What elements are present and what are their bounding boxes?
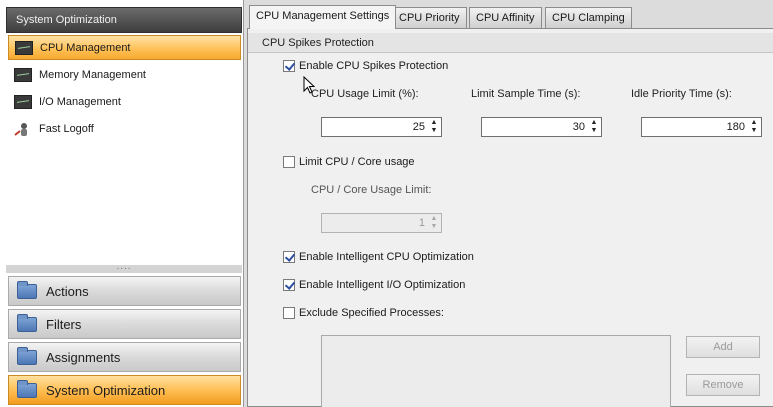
spinner-value: 25 bbox=[412, 121, 425, 133]
nav-header: System Optimization bbox=[6, 7, 242, 33]
memory-monitor-icon bbox=[14, 67, 32, 82]
nav-item-label: Memory Management bbox=[39, 68, 146, 81]
settings-panel: CPU Spikes Protection Enable CPU Spikes … bbox=[247, 28, 773, 407]
remove-button[interactable]: Remove bbox=[686, 374, 760, 396]
checkbox-box bbox=[283, 60, 295, 72]
nav-item-label: Fast Logoff bbox=[39, 122, 94, 135]
spinner-value: 180 bbox=[726, 121, 745, 133]
checkbox-label: Exclude Specified Processes: bbox=[299, 307, 444, 319]
spinner-arrows-icon[interactable]: ▲ ▼ bbox=[749, 119, 759, 135]
spinner-arrows-icon[interactable]: ▲ ▼ bbox=[589, 119, 599, 135]
limit-sample-time-label: Limit Sample Time (s): bbox=[471, 88, 581, 100]
exclude-processes-checkbox[interactable]: Exclude Specified Processes: bbox=[283, 307, 444, 319]
folder-icon bbox=[17, 280, 37, 299]
intelligent-io-optimization-checkbox[interactable]: Enable Intelligent I/O Optimization bbox=[283, 279, 465, 291]
cpu-usage-limit-label: CPU Usage Limit (%): bbox=[311, 88, 419, 100]
checkbox-label: Limit CPU / Core usage bbox=[299, 156, 415, 168]
nav-item-io-management[interactable]: I/O Management bbox=[8, 89, 241, 114]
tab-cpu-clamping[interactable]: CPU Clamping bbox=[545, 7, 632, 28]
limit-sample-time-spinner[interactable]: 30 ▲ ▼ bbox=[481, 117, 602, 137]
checkbox-box bbox=[283, 156, 295, 168]
pane-splitter[interactable]: .... bbox=[6, 262, 242, 273]
nav-item-fast-logoff[interactable]: Fast Logoff bbox=[8, 116, 241, 141]
core-usage-limit-label: CPU / Core Usage Limit: bbox=[311, 184, 432, 196]
section-title: CPU Spikes Protection bbox=[248, 33, 773, 53]
add-button[interactable]: Add bbox=[686, 336, 760, 358]
fast-logoff-icon bbox=[14, 122, 32, 136]
cpu-monitor-icon bbox=[15, 40, 33, 55]
checkbox-label: Enable CPU Spikes Protection bbox=[299, 60, 449, 72]
nav-item-cpu-management[interactable]: CPU Management bbox=[8, 35, 241, 60]
group-system-optimization[interactable]: System Optimization bbox=[8, 375, 241, 405]
group-label: Actions bbox=[46, 283, 89, 299]
checkbox-label: Enable Intelligent CPU Optimization bbox=[299, 251, 474, 263]
spinner-value: 1 bbox=[418, 217, 425, 229]
idle-priority-time-label: Idle Priority Time (s): bbox=[631, 88, 732, 100]
limit-cpu-core-checkbox[interactable]: Limit CPU / Core usage bbox=[283, 156, 415, 168]
excluded-processes-list[interactable] bbox=[321, 335, 671, 407]
nav-item-label: I/O Management bbox=[39, 95, 121, 108]
intelligent-cpu-optimization-checkbox[interactable]: Enable Intelligent CPU Optimization bbox=[283, 251, 474, 263]
navigation-pane: System Optimization CPU Management Memor… bbox=[0, 0, 244, 407]
spinner-value: 30 bbox=[572, 121, 585, 133]
tab-cpu-management-settings[interactable]: CPU Management Settings bbox=[249, 5, 397, 29]
folder-icon bbox=[17, 379, 37, 398]
group-actions[interactable]: Actions bbox=[8, 276, 241, 306]
tab-strip: CPU Management Settings CPU Priority CPU… bbox=[245, 0, 773, 29]
core-usage-limit-spinner[interactable]: 1 ▲ ▼ bbox=[321, 213, 442, 233]
app-window: System Optimization CPU Management Memor… bbox=[0, 0, 773, 407]
tab-cpu-affinity[interactable]: CPU Affinity bbox=[469, 7, 542, 28]
cpu-usage-limit-spinner[interactable]: 25 ▲ ▼ bbox=[321, 117, 442, 137]
nav-item-memory-management[interactable]: Memory Management bbox=[8, 62, 241, 87]
spinner-arrows-icon[interactable]: ▲ ▼ bbox=[429, 119, 439, 135]
idle-priority-time-spinner[interactable]: 180 ▲ ▼ bbox=[641, 117, 762, 137]
tab-cpu-priority[interactable]: CPU Priority bbox=[392, 7, 467, 28]
spinner-arrows-icon[interactable]: ▲ ▼ bbox=[429, 215, 439, 231]
group-filters[interactable]: Filters bbox=[8, 309, 241, 339]
folder-icon bbox=[17, 313, 37, 332]
group-label: Assignments bbox=[46, 349, 121, 365]
group-assignments[interactable]: Assignments bbox=[8, 342, 241, 372]
folder-icon bbox=[17, 346, 37, 365]
group-label: Filters bbox=[46, 316, 82, 332]
group-label: System Optimization bbox=[46, 382, 166, 398]
io-monitor-icon bbox=[14, 94, 32, 109]
nav-item-label: CPU Management bbox=[40, 41, 131, 54]
checkbox-box bbox=[283, 251, 295, 263]
checkbox-label: Enable Intelligent I/O Optimization bbox=[299, 279, 466, 291]
enable-spikes-protection-checkbox[interactable]: Enable CPU Spikes Protection bbox=[283, 60, 448, 72]
checkbox-box bbox=[283, 279, 295, 291]
checkbox-box bbox=[283, 307, 295, 319]
